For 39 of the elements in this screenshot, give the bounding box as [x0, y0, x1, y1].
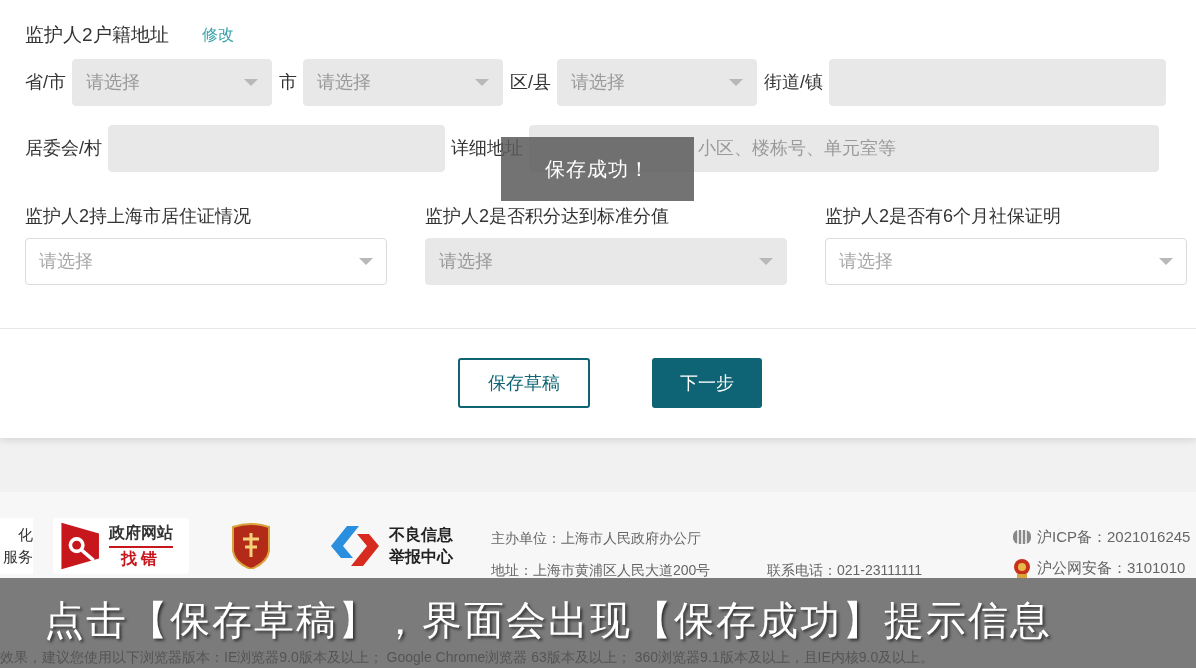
- footer-info: 地址：上海市黄浦区人民大道200号: [491, 561, 712, 580]
- question-label: 监护人2是否积分达到标准分值: [425, 205, 670, 227]
- question-label: 监护人2是否有6个月社保证明: [825, 205, 1063, 227]
- record-text: 沪公网安备：3101010: [1037, 557, 1186, 578]
- logo-text: 找错: [121, 549, 161, 569]
- field-label: 居委会/村: [25, 137, 102, 160]
- logo-text: 举报中心: [389, 547, 453, 567]
- chevron-icon: [331, 526, 379, 566]
- caret-icon: [475, 78, 489, 87]
- edit-link[interactable]: 修改: [201, 23, 234, 47]
- logo-card[interactable]: 政府网站 找错: [53, 518, 189, 574]
- select-field[interactable]: 请选择: [825, 238, 1187, 285]
- next-button[interactable]: 下一步: [652, 358, 762, 408]
- select-field[interactable]: 请选择: [25, 238, 387, 285]
- section-title: 监护人2户籍地址: [25, 22, 169, 47]
- caret-icon: [359, 257, 373, 266]
- caret-icon: [244, 78, 258, 87]
- caret-icon: [759, 257, 773, 266]
- logo-card[interactable]: 化 服务: [0, 518, 33, 574]
- logo-text: 政府网站: [109, 522, 173, 548]
- caret-icon: [729, 78, 744, 87]
- save-draft-button[interactable]: 保存草稿: [458, 358, 590, 408]
- emblem-icon: [1013, 557, 1031, 578]
- field-label: 市: [279, 71, 297, 94]
- caret-icon: [1159, 257, 1173, 266]
- field-label: 省/市: [25, 71, 66, 94]
- field-label: 街道/镇: [764, 71, 824, 94]
- logo-text: 服务: [3, 547, 33, 567]
- logo-text: 化: [18, 525, 33, 545]
- field-label: 区/县: [510, 71, 552, 94]
- logo-text: 不良信息: [389, 525, 453, 545]
- caption-text: 点击【保存草稿】，界面会出现【保存成功】提示信息: [44, 597, 1052, 644]
- logo-card[interactable]: 不良信息 举报中心: [331, 524, 453, 568]
- shield-icon[interactable]: [231, 523, 271, 569]
- footer-info: 联系电话：021-23111111: [767, 561, 924, 580]
- record-text: 沪ICP备：2021016245: [1037, 527, 1191, 547]
- record-icon: [1013, 527, 1031, 548]
- question-label: 监护人2持上海市居住证情况: [25, 205, 252, 227]
- footer-info: 主办单位：上海市人民政府办公厅: [491, 529, 702, 548]
